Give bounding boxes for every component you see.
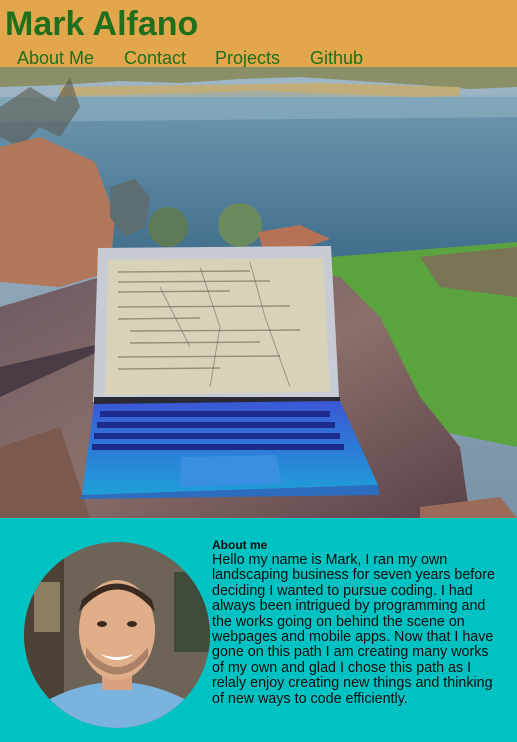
site-header: Mark Alfano [0, 0, 517, 48]
hero-image [0, 67, 517, 518]
profile-photo [24, 542, 210, 728]
main-nav: About Me Contact Projects Github [0, 48, 517, 69]
about-text: About me Hello my name is Mark, I ran my… [212, 538, 502, 707]
site-title: Mark Alfano [5, 5, 199, 43]
laptop-photo [0, 67, 517, 518]
profile-avatar [24, 542, 210, 728]
about-section: About me Hello my name is Mark, I ran my… [0, 518, 517, 742]
nav-contact[interactable]: Contact [124, 48, 186, 69]
nav-github[interactable]: Github [310, 48, 363, 69]
nav-projects[interactable]: Projects [215, 48, 280, 69]
nav-about-me[interactable]: About Me [17, 48, 94, 69]
about-heading: About me [212, 538, 268, 552]
about-body: Hello my name is Mark, I ran my own land… [212, 552, 495, 707]
